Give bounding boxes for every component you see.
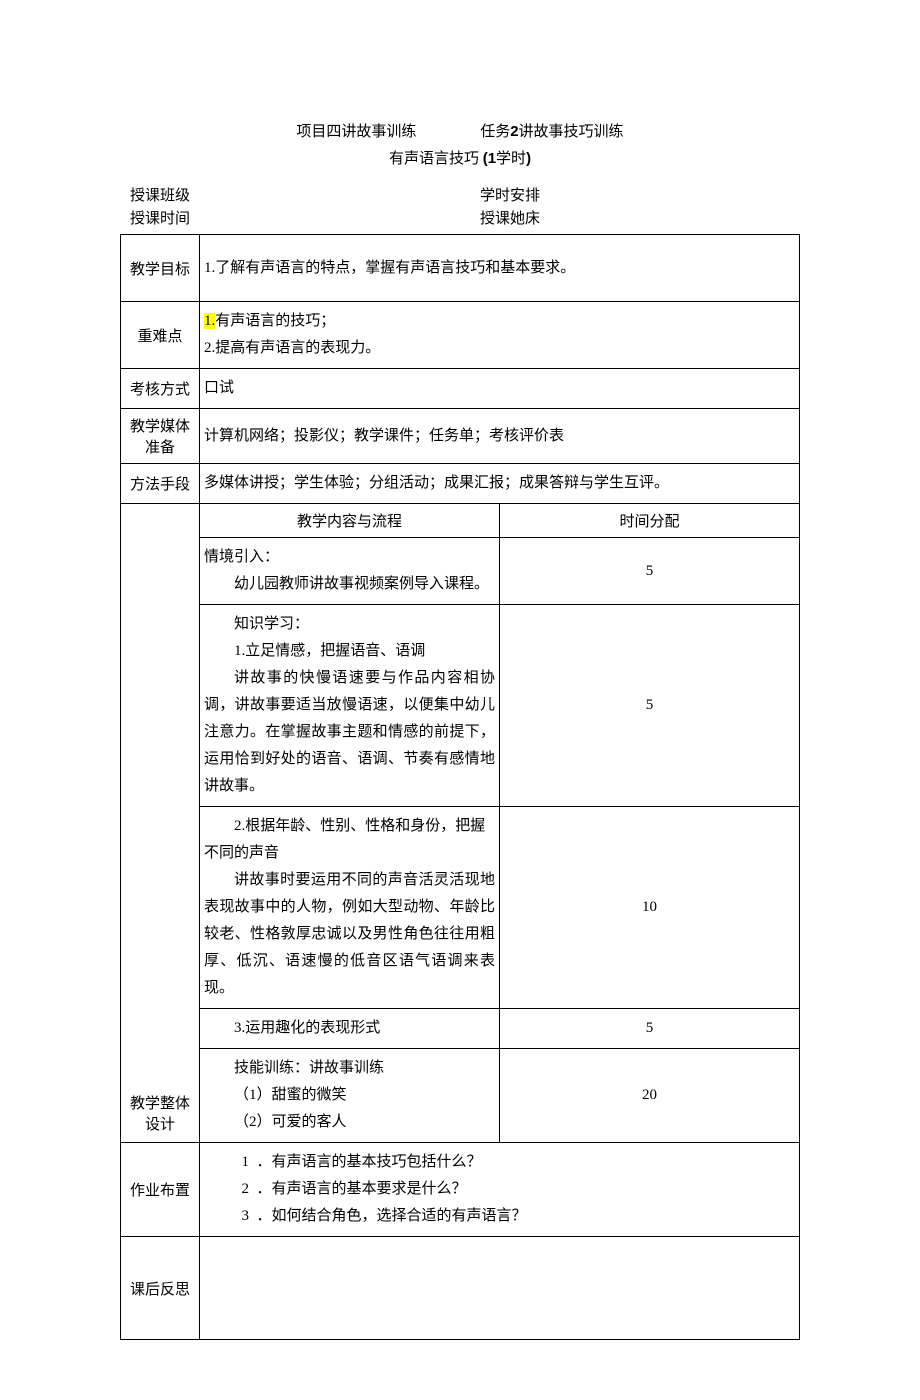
media-label: 教学媒体准备: [121, 409, 200, 464]
project-title: 项目四讲故事训练: [296, 120, 416, 141]
design-row-5: 技能训练：讲故事训练 （1）甜蜜的微笑 （2）可爱的客人: [200, 1049, 500, 1143]
meta-time-label: 授课时间: [130, 207, 190, 228]
design-time-header: 时间分配: [500, 504, 800, 538]
page: 项目四讲故事训练 任务2讲故事技巧训练 有声语言技巧 (1学时) 授课班级 学时…: [0, 0, 920, 1400]
assess-label: 考核方式: [121, 369, 200, 409]
meta-class-label: 授课班级: [130, 184, 190, 205]
task-title: 任务2讲故事技巧训练: [480, 120, 623, 141]
media-text: 计算机网络；投影仪；教学课件；任务单；考核评价表: [200, 409, 800, 464]
homework-label: 作业布置: [121, 1143, 200, 1237]
homework-text: 1．有声语言的基本技巧包括什么？ 2．有声语言的基本要求是什么？ 3．如何结合角…: [200, 1143, 800, 1237]
meta-place-label: 授课她床: [480, 207, 540, 228]
meta-hours-label: 学时安排: [480, 184, 540, 205]
difficulty-text: 1.有声语言的技巧； 2.提高有声语言的表现力。: [200, 302, 800, 369]
design-row-3: 2.根据年龄、性别、性格和身份，把握不同的声音 讲故事时要运用不同的声音活灵活现…: [200, 807, 500, 1009]
subtitle: 有声语言技巧 (1学时): [120, 147, 800, 168]
meta-block: 授课班级 学时安排 授课时间 授课她床: [130, 184, 800, 228]
design-row-5-time: 20: [500, 1049, 800, 1143]
assess-text: 口试: [200, 369, 800, 409]
design-row-1-time: 5: [500, 538, 800, 605]
method-label: 方法手段: [121, 464, 200, 504]
difficulty-label: 重难点: [121, 302, 200, 369]
design-row-4: 3.运用趣化的表现形式: [200, 1009, 500, 1049]
design-content-header: 教学内容与流程: [200, 504, 500, 538]
reflect-label: 课后反思: [121, 1237, 200, 1340]
design-label: 教学整体设计: [121, 504, 200, 1143]
reflect-text: [200, 1237, 800, 1340]
design-row-1: 情境引入： 幼儿园教师讲故事视频案例导入课程。: [200, 538, 500, 605]
method-text: 多媒体讲授；学生体验；分组活动；成果汇报；成果答辩与学生互评。: [200, 464, 800, 504]
title-line-1: 项目四讲故事训练 任务2讲故事技巧训练: [120, 120, 800, 141]
design-row-4-time: 5: [500, 1009, 800, 1049]
design-row-3-time: 10: [500, 807, 800, 1009]
design-row-2-time: 5: [500, 605, 800, 807]
design-row-2: 知识学习： 1.立足情感，把握语音、语调 讲故事的快慢语速要与作品内容相协调，讲…: [200, 605, 500, 807]
goal-label: 教学目标: [121, 235, 200, 302]
goal-text: 1.了解有声语言的特点，掌握有声语言技巧和基本要求。: [200, 235, 800, 302]
lesson-plan-table: 教学目标 1.了解有声语言的特点，掌握有声语言技巧和基本要求。 重难点 1.有声…: [120, 234, 800, 1340]
difficulty-1-highlight: 1.: [204, 313, 215, 329]
